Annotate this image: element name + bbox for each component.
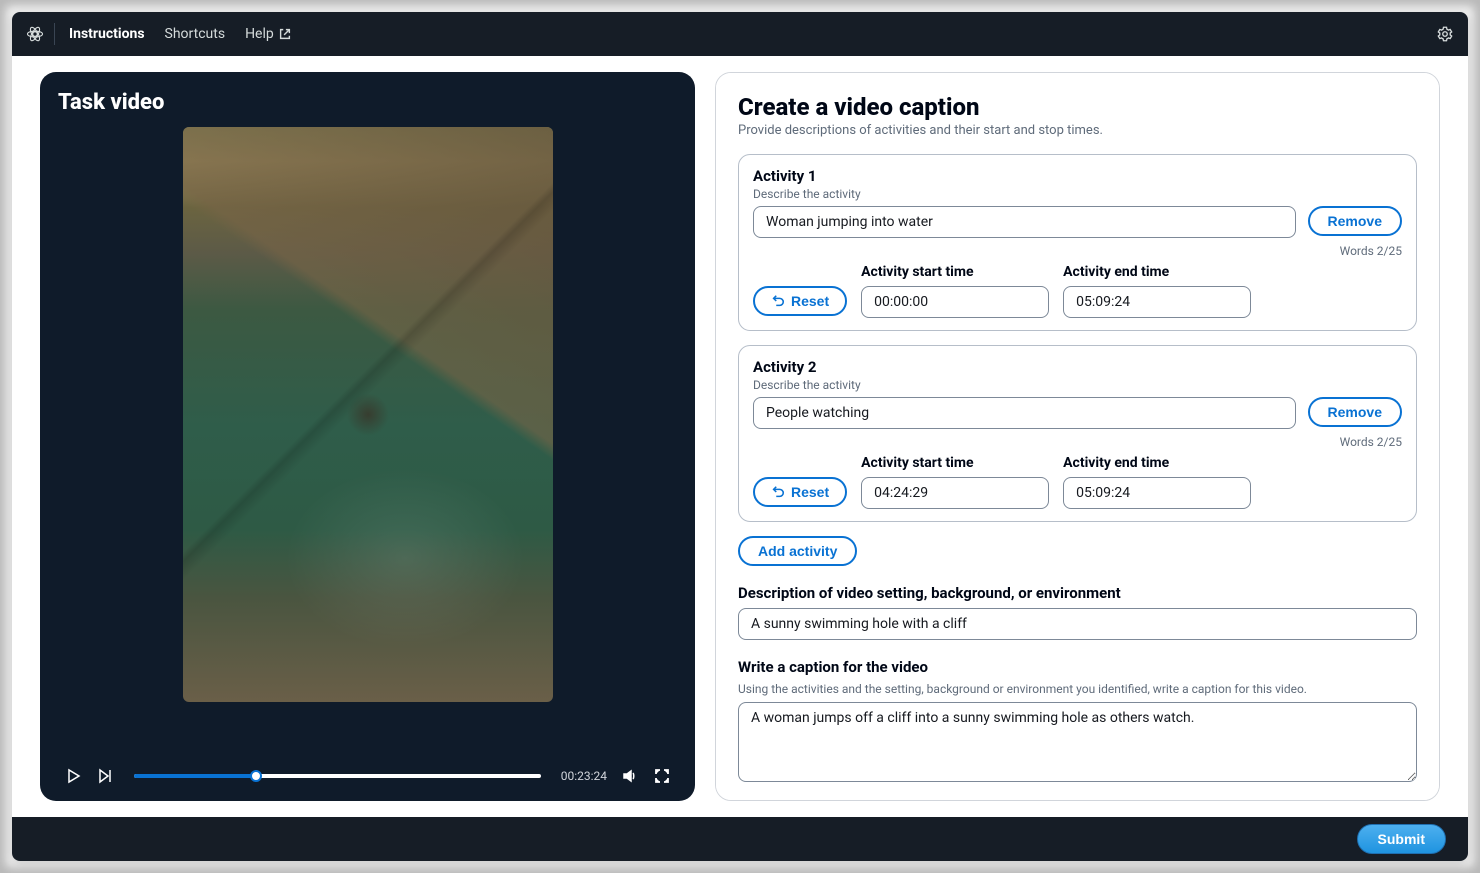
describe-label: Describe the activity <box>753 378 1402 392</box>
video-timecode: 00:23:24 <box>561 769 607 783</box>
start-time-input[interactable] <box>861 477 1049 509</box>
video-progress-thumb[interactable] <box>250 770 262 782</box>
activity-description-input[interactable] <box>753 206 1296 238</box>
start-time-input[interactable] <box>861 286 1049 318</box>
bottom-bar: Submit <box>12 817 1468 861</box>
setting-label: Description of video setting, background… <box>738 584 1417 602</box>
activity-heading: Activity 2 <box>753 358 1402 376</box>
reset-label: Reset <box>791 484 829 500</box>
setting-input[interactable] <box>738 608 1417 640</box>
end-time-label: Activity end time <box>1063 264 1251 280</box>
video-panel: Task video 00:23:24 <box>40 72 695 801</box>
fullscreen-button[interactable] <box>653 767 671 785</box>
undo-icon <box>771 294 785 308</box>
remove-activity-button[interactable]: Remove <box>1308 206 1402 236</box>
activity-card-1: Activity 1 Describe the activity Remove … <box>738 154 1417 331</box>
remove-activity-button[interactable]: Remove <box>1308 397 1402 427</box>
activity-card-2: Activity 2 Describe the activity Remove … <box>738 345 1417 522</box>
settings-button[interactable] <box>1436 25 1454 43</box>
external-link-icon <box>278 27 292 41</box>
video-frame-wrap <box>58 127 677 753</box>
volume-button[interactable] <box>621 767 639 785</box>
video-progress-fill <box>134 774 256 778</box>
video-controls: 00:23:24 <box>58 753 677 791</box>
main-area: Task video 00:23:24 <box>12 56 1468 817</box>
reset-label: Reset <box>791 293 829 309</box>
activity-heading: Activity 1 <box>753 167 1402 185</box>
reset-button[interactable]: Reset <box>753 286 847 316</box>
end-time-label: Activity end time <box>1063 455 1251 471</box>
play-button[interactable] <box>64 767 82 785</box>
undo-icon <box>771 485 785 499</box>
video-frame[interactable] <box>183 127 553 702</box>
form-panel: Create a video caption Provide descripti… <box>715 72 1440 801</box>
start-time-label: Activity start time <box>861 264 1049 280</box>
logo-icon <box>26 25 44 43</box>
topbar-divider <box>54 23 55 45</box>
caption-textarea[interactable] <box>738 702 1417 782</box>
end-time-input[interactable] <box>1063 477 1251 509</box>
end-time-input[interactable] <box>1063 286 1251 318</box>
add-activity-button[interactable]: Add activity <box>738 536 857 566</box>
topbar: Instructions Shortcuts Help <box>12 12 1468 56</box>
skip-end-button[interactable] <box>96 767 114 785</box>
caption-sub: Using the activities and the setting, ba… <box>738 682 1417 696</box>
submit-button[interactable]: Submit <box>1357 824 1446 854</box>
form-title: Create a video caption <box>738 93 1417 121</box>
form-subtitle: Provide descriptions of activities and t… <box>738 123 1417 138</box>
nav-instructions[interactable]: Instructions <box>69 26 145 42</box>
activity-description-input[interactable] <box>753 397 1296 429</box>
start-time-label: Activity start time <box>861 455 1049 471</box>
reset-button[interactable]: Reset <box>753 477 847 507</box>
nav-help[interactable]: Help <box>245 26 292 42</box>
nav-shortcuts[interactable]: Shortcuts <box>165 26 226 42</box>
word-count: Words 2/25 <box>753 435 1402 449</box>
word-count: Words 2/25 <box>753 244 1402 258</box>
describe-label: Describe the activity <box>753 187 1402 201</box>
app-frame: Instructions Shortcuts Help Task video <box>12 12 1468 861</box>
video-progress[interactable] <box>134 774 541 778</box>
caption-label: Write a caption for the video <box>738 658 1417 676</box>
video-title: Task video <box>58 90 677 115</box>
nav-help-label: Help <box>245 26 274 42</box>
